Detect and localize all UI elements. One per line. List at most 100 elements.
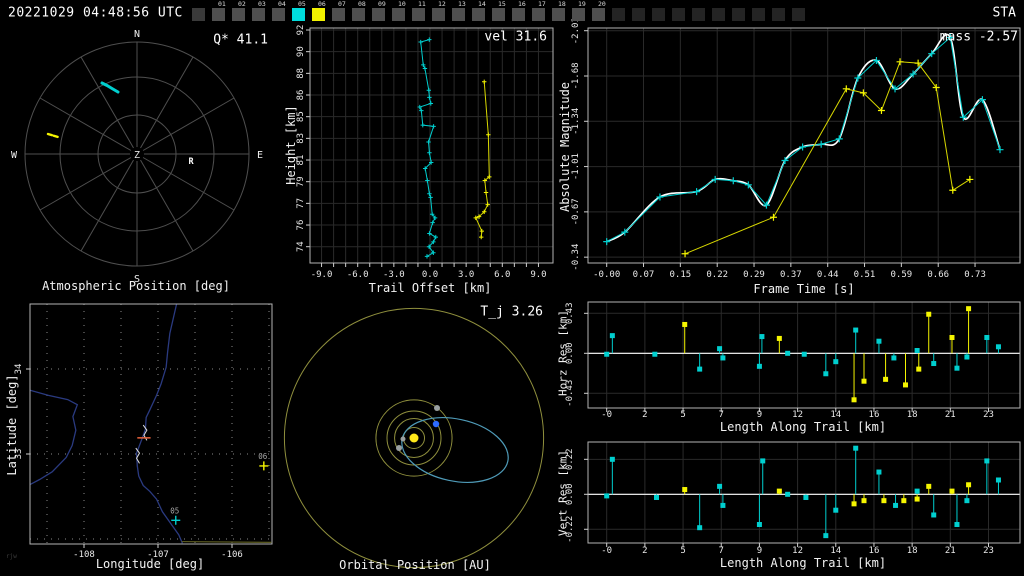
magnitude-plot: -0.00 0.07 0.15 0.22 0.29 0.37 0.44 0.51 0.59 0.6… bbox=[571, 17, 1021, 280]
svg-text:21: 21 bbox=[945, 546, 956, 556]
station-indicator-label: 10 bbox=[398, 0, 406, 8]
station-indicator-empty[interactable] bbox=[632, 8, 645, 21]
height-axis-label: Height [km] bbox=[284, 105, 298, 185]
station-indicator-20[interactable] bbox=[592, 8, 605, 21]
atmospheric-position-plot: ZNSW ER bbox=[11, 29, 263, 285]
station-indicator-empty[interactable] bbox=[752, 8, 765, 21]
svg-text:-0.67: -0.67 bbox=[571, 198, 581, 225]
station-indicator-empty[interactable] bbox=[792, 8, 805, 21]
svg-text:06: 06 bbox=[258, 452, 268, 461]
svg-text:0.73: 0.73 bbox=[964, 270, 986, 280]
station-indicator-label: 08 bbox=[358, 0, 366, 8]
station-indicator-label: 09 bbox=[378, 0, 386, 8]
station-indicator-label: 05 bbox=[298, 0, 306, 8]
station-indicator-empty[interactable] bbox=[772, 8, 785, 21]
station-indicator-label: 01 bbox=[218, 0, 226, 8]
station-indicator-01[interactable] bbox=[212, 8, 225, 21]
station-indicator-label: 06 bbox=[318, 0, 326, 8]
station-indicator-13[interactable] bbox=[452, 8, 465, 21]
station-indicator-17[interactable] bbox=[532, 8, 545, 21]
svg-text:16: 16 bbox=[869, 410, 880, 420]
horz-res-axis-label: Horz Res [km] bbox=[556, 309, 570, 397]
q-stat: Q* 41.1 bbox=[213, 32, 268, 48]
svg-text:0.66: 0.66 bbox=[927, 270, 949, 280]
station-indicator-03[interactable] bbox=[252, 8, 265, 21]
station-indicator-label: 04 bbox=[278, 0, 286, 8]
planet-earth bbox=[432, 420, 440, 428]
svg-text:77: 77 bbox=[296, 198, 306, 209]
station-indicator-18[interactable] bbox=[552, 8, 565, 21]
station-indicator-label: 02 bbox=[238, 0, 246, 8]
station-indicator-label: 03 bbox=[258, 0, 266, 8]
station-indicator-16[interactable] bbox=[512, 8, 525, 21]
station-indicator-empty[interactable] bbox=[652, 8, 665, 21]
svg-text:90: 90 bbox=[296, 46, 306, 57]
vert-length-axis-label: Length Along Trail [km] bbox=[719, 556, 887, 570]
svg-text:5: 5 bbox=[680, 410, 685, 420]
svg-text:R: R bbox=[188, 157, 194, 167]
station-indicator-14[interactable] bbox=[472, 8, 485, 21]
station-indicator-empty[interactable] bbox=[732, 8, 745, 21]
svg-text:86: 86 bbox=[296, 90, 306, 101]
svg-text:9: 9 bbox=[757, 546, 762, 556]
station-indicator-09[interactable] bbox=[372, 8, 385, 21]
station-indicator-08[interactable] bbox=[352, 8, 365, 21]
station-indicator-empty[interactable] bbox=[712, 8, 725, 21]
svg-text:0.51: 0.51 bbox=[854, 270, 876, 280]
svg-text:-0: -0 bbox=[601, 410, 612, 420]
svg-text:0.22: 0.22 bbox=[706, 270, 728, 280]
svg-text:0.37: 0.37 bbox=[780, 270, 802, 280]
station-mode-label[interactable]: STA bbox=[993, 7, 1016, 20]
svg-text:6.0: 6.0 bbox=[494, 270, 510, 280]
svg-text:-0.34: -0.34 bbox=[571, 244, 581, 271]
svg-text:-1.68: -1.68 bbox=[571, 62, 581, 89]
svg-text:-9.0: -9.0 bbox=[311, 270, 333, 280]
station-indicator-label: 12 bbox=[438, 0, 446, 8]
station-indicator-blank[interactable] bbox=[192, 8, 205, 21]
svg-text:74: 74 bbox=[296, 241, 306, 252]
svg-text:3.0: 3.0 bbox=[458, 270, 474, 280]
longitude-axis-label: Longitude [deg] bbox=[95, 557, 205, 571]
frame-time-axis-label: Frame Time [s] bbox=[753, 282, 855, 296]
orbit-title: Orbital Position [AU] bbox=[339, 558, 491, 572]
station-indicator-10[interactable] bbox=[392, 8, 405, 21]
svg-text:2: 2 bbox=[642, 410, 647, 420]
station-indicator-19[interactable] bbox=[572, 8, 585, 21]
trail-offset-plot: 9290888685838179777674-9.0 -6.0 -3.0 0.0 3.0… bbox=[296, 25, 554, 280]
station-indicator-02[interactable] bbox=[232, 8, 245, 21]
station-indicator-15[interactable] bbox=[492, 8, 505, 21]
station-indicator-empty[interactable] bbox=[672, 8, 685, 21]
planet-venus bbox=[396, 445, 402, 451]
velocity-stat: vel 31.6 bbox=[484, 29, 547, 45]
mass-stat: mass -2.57 bbox=[939, 29, 1018, 45]
svg-text:12: 12 bbox=[792, 410, 803, 420]
station-indicator-label: 13 bbox=[458, 0, 466, 8]
station-indicator-label: 15 bbox=[498, 0, 506, 8]
station-indicator-label: 17 bbox=[538, 0, 546, 8]
latitude-axis-label: Latitude [deg] bbox=[5, 374, 19, 476]
vert-res-plot: -0 2 5 7 9 12 14 16 18 21 230.220.00-0.22 bbox=[565, 441, 1021, 556]
svg-text:14: 14 bbox=[830, 546, 841, 556]
station-indicator-empty[interactable] bbox=[612, 8, 625, 21]
svg-text:W: W bbox=[11, 150, 18, 161]
station-indicator-11[interactable] bbox=[412, 8, 425, 21]
tisserand-stat: T_j 3.26 bbox=[480, 304, 543, 320]
station-indicator-04[interactable] bbox=[272, 8, 285, 21]
station-indicator-07[interactable] bbox=[332, 8, 345, 21]
station-indicator-05[interactable] bbox=[292, 8, 305, 21]
svg-text:21: 21 bbox=[945, 410, 956, 420]
station-indicator-empty[interactable] bbox=[692, 8, 705, 21]
station-indicator-06[interactable] bbox=[312, 8, 325, 21]
svg-text:-0: -0 bbox=[601, 546, 612, 556]
planet-mercury bbox=[400, 436, 406, 442]
svg-text:0.44: 0.44 bbox=[817, 270, 839, 280]
svg-text:Z: Z bbox=[134, 150, 140, 161]
station-indicator-label: 18 bbox=[558, 0, 566, 8]
station-indicator-12[interactable] bbox=[432, 8, 445, 21]
svg-text:05: 05 bbox=[170, 506, 179, 515]
svg-text:88: 88 bbox=[296, 68, 306, 79]
station-indicator-label: 16 bbox=[518, 0, 526, 8]
svg-text:34: 34 bbox=[14, 364, 24, 375]
svg-text:-6.0: -6.0 bbox=[347, 270, 369, 280]
svg-text:12: 12 bbox=[792, 546, 803, 556]
